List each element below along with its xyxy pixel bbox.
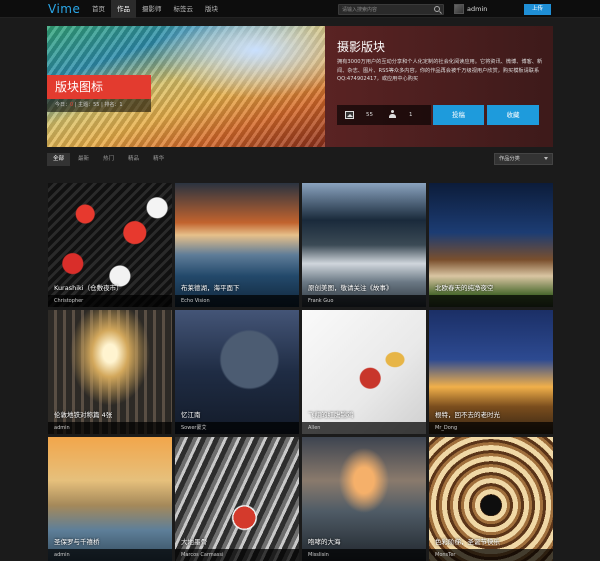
- stats-separator: |: [74, 102, 77, 108]
- photo-byline: admin: [48, 549, 172, 561]
- upload-button[interactable]: 上传: [524, 4, 551, 15]
- photo-author[interactable]: Echo Vision: [181, 298, 210, 304]
- logo[interactable]: Vime: [48, 2, 80, 16]
- posts-value: 55: [93, 102, 100, 108]
- nav-item-tag-cloud[interactable]: 标签云: [168, 0, 200, 18]
- post-button[interactable]: 投稿: [433, 105, 484, 125]
- tab-hot[interactable]: 热门: [97, 153, 120, 166]
- photo-card[interactable]: 原创美图，敬请关注《故事》 Frank Guo: [302, 183, 426, 307]
- nav-menu: 首页 作品 摄影师 标签云 版块: [86, 0, 224, 18]
- photo-byline: MonsTer: [429, 549, 553, 561]
- photo-byline: Allen: [302, 422, 426, 434]
- tab-featured[interactable]: 精品: [122, 153, 145, 166]
- photo-author[interactable]: Misslisin: [308, 552, 329, 558]
- picture-icon: [345, 111, 354, 119]
- photo-card[interactable]: Kurashiki（仓敷夜市） Christopher: [48, 183, 172, 307]
- photo-title[interactable]: 咆哮的大海: [308, 536, 341, 546]
- photo-card[interactable]: 咆哮的大海 Misslisin: [302, 437, 426, 561]
- stats-separator: |: [101, 102, 103, 108]
- filter-tabs: 全部 最新 热门 精品 精华: [47, 153, 172, 166]
- photo-author[interactable]: Marcos Carmassi: [181, 552, 223, 558]
- photo-author[interactable]: Mr_Dong: [435, 425, 457, 431]
- photo-byline: Misslisin: [302, 549, 426, 561]
- avatar[interactable]: [454, 4, 464, 14]
- photo-title[interactable]: 伦敦地铁对称篇 4张: [54, 409, 112, 419]
- today-label: 今日：: [55, 102, 71, 108]
- today-value: 0: [70, 102, 74, 108]
- photo-card[interactable]: 飞翔的红腹锦鸡 Allen: [302, 310, 426, 434]
- section-description: 拥有3000万用户的互动分享和个人化定制的社会化阅读应用。它将资讯、微博、博客、…: [337, 59, 543, 82]
- photo-byline: Mr_Dong: [429, 422, 553, 434]
- chevron-down-icon: [544, 157, 548, 160]
- search-icon[interactable]: [434, 6, 440, 12]
- photo-card[interactable]: 大地墨骨 Marcos Carmassi: [175, 437, 299, 561]
- section-counters: 55 1: [337, 105, 431, 125]
- tab-latest[interactable]: 最新: [72, 153, 95, 166]
- posts-label: 主题：: [78, 102, 94, 108]
- photo-title[interactable]: 大地墨骨: [181, 536, 207, 546]
- nav-item-photographers[interactable]: 摄影师: [136, 0, 168, 18]
- photo-card[interactable]: 圣保罗与千禧桥 admin: [48, 437, 172, 561]
- user-menu[interactable]: admin: [454, 3, 487, 15]
- rank-label: 排名：: [104, 102, 120, 108]
- photo-card[interactable]: 伦敦地铁对称篇 4张 admin: [48, 310, 172, 434]
- photo-author[interactable]: Sower蒙艾: [181, 425, 206, 431]
- category-label: 作品分类: [499, 156, 520, 162]
- photo-byline: Frank Guo: [302, 295, 426, 307]
- person-icon: [388, 110, 397, 119]
- photo-title[interactable]: 根特，回不去的老时光: [435, 409, 500, 419]
- category-dropdown[interactable]: 作品分类: [494, 153, 553, 165]
- photo-byline: admin: [48, 422, 172, 434]
- photo-byline: [429, 295, 553, 307]
- photo-title[interactable]: 飞翔的红腹锦鸡: [308, 409, 354, 419]
- photo-author[interactable]: MonsTer: [435, 552, 455, 558]
- nav-item-works[interactable]: 作品: [111, 0, 136, 18]
- photo-card[interactable]: 布莱德湖，海平面下 Echo Vision: [175, 183, 299, 307]
- top-nav: Vime 首页 作品 摄影师 标签云 版块 admin 上传: [0, 0, 600, 18]
- photo-card[interactable]: 忆江南 Sower蒙艾: [175, 310, 299, 434]
- section-stats: 今日：0 | 主题：55 | 排名：1: [47, 99, 151, 112]
- username[interactable]: admin: [467, 5, 487, 13]
- section-badge: 版块图标: [47, 75, 151, 99]
- photo-card[interactable]: 北欧春天的纯净夜空: [429, 183, 553, 307]
- nav-item-home[interactable]: 首页: [86, 0, 111, 18]
- picture-count: 55: [366, 112, 373, 118]
- photo-title[interactable]: 忆江南: [181, 409, 201, 419]
- search-input[interactable]: [342, 5, 430, 14]
- photo-title[interactable]: 布莱德湖，海平面下: [181, 282, 240, 292]
- photo-title[interactable]: Kurashiki（仓敷夜市）: [54, 282, 123, 292]
- section-hero: 版块图标 今日：0 | 主题：55 | 排名：1 摄影版块 拥有3000万用户的…: [47, 26, 553, 147]
- tab-all[interactable]: 全部: [47, 153, 71, 166]
- photo-author[interactable]: Christopher: [54, 298, 83, 304]
- search-box: [338, 4, 444, 15]
- nav-item-sections[interactable]: 版块: [199, 0, 224, 18]
- photo-author[interactable]: Frank Guo: [308, 298, 333, 304]
- tab-essence[interactable]: 精华: [147, 153, 170, 166]
- section-info-panel: 摄影版块 拥有3000万用户的互动分享和个人化定制的社会化阅读应用。它将资讯、微…: [325, 26, 553, 147]
- member-count: 1: [409, 112, 413, 118]
- photo-byline: Marcos Carmassi: [175, 549, 299, 561]
- rank-value: 1: [119, 102, 123, 108]
- photo-title[interactable]: 色彩阶梯，圣诞节快乐: [435, 536, 500, 546]
- photo-author[interactable]: admin: [54, 425, 70, 431]
- photo-byline: Sower蒙艾: [175, 422, 299, 434]
- photo-byline: Echo Vision: [175, 295, 299, 307]
- photo-title[interactable]: 北欧春天的纯净夜空: [435, 282, 494, 292]
- section-title: 摄影版块: [337, 40, 386, 54]
- photo-card[interactable]: 色彩阶梯，圣诞节快乐 MonsTer: [429, 437, 553, 561]
- photo-title[interactable]: 圣保罗与千禧桥: [54, 536, 100, 546]
- photo-title[interactable]: 原创美图，敬请关注《故事》: [308, 282, 393, 292]
- favorite-button[interactable]: 收藏: [487, 105, 539, 125]
- photo-card[interactable]: 根特，回不去的老时光 Mr_Dong: [429, 310, 553, 434]
- photo-byline: Christopher: [48, 295, 172, 307]
- photo-author[interactable]: Allen: [308, 425, 320, 431]
- photo-author[interactable]: admin: [54, 552, 70, 558]
